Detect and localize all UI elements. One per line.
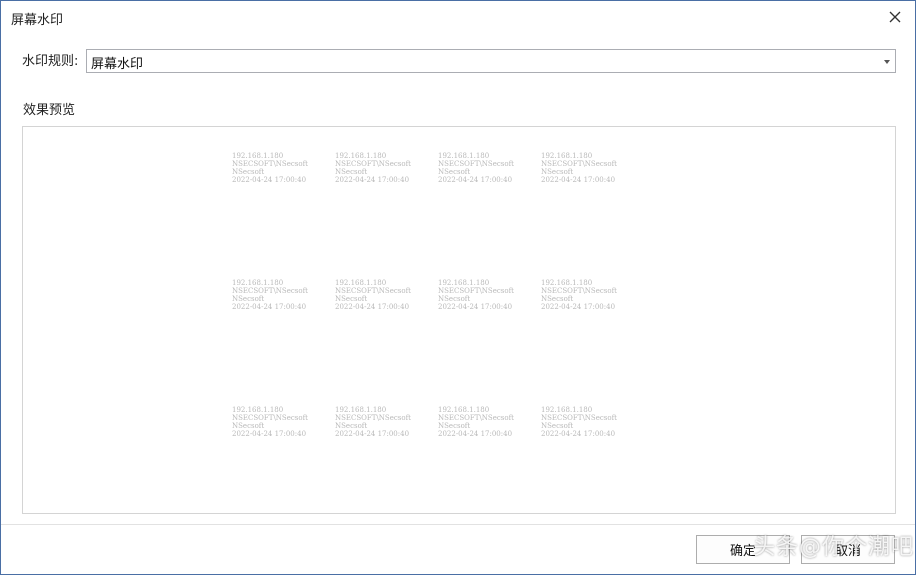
watermark-block: 192.168.1.180 NSECSOFT\NSecsoft NSecsoft 20… <box>438 152 514 184</box>
watermark-line: NSecsoft <box>335 168 368 176</box>
watermark-block: 192.168.1.180 NSECSOFT\NSecsoft NSecsoft 20… <box>335 406 411 438</box>
watermark-line: 2022-04-24 17:00:40 <box>232 430 307 438</box>
chevron-down-icon <box>884 60 890 64</box>
watermark-line: NSECSOFT\NSecsoft <box>438 160 514 168</box>
watermark-line: NSECSOFT\NSecsoft <box>335 287 411 295</box>
watermark-line: NSECSOFT\NSecsoft <box>335 414 411 422</box>
watermark-line: NSecsoft <box>232 168 265 176</box>
watermark-line: 2022-04-24 17:00:40 <box>335 176 410 184</box>
watermark-block: 192.168.1.180 NSECSOFT\NSecsoft NSecsoft 20… <box>335 279 411 311</box>
watermark-line: NSECSOFT\NSecsoft <box>541 414 617 422</box>
dialog-title: 屏幕水印 <box>11 13 64 28</box>
watermark-rule-label: 水印规则: <box>22 54 79 69</box>
image-source-watermark: 头条@你个潮吧 <box>753 535 915 560</box>
watermark-line: 192.168.1.180 <box>232 406 284 414</box>
watermark-line: 192.168.1.180 <box>438 152 490 160</box>
watermark-line: NSECSOFT\NSecsoft <box>541 160 617 168</box>
watermark-block: 192.168.1.180 NSECSOFT\NSecsoft NSecsoft 20… <box>438 406 514 438</box>
watermark-line: 2022-04-24 17:00:40 <box>541 303 616 311</box>
watermark-block: 192.168.1.180 NSECSOFT\NSecsoft NSecsoft 20… <box>335 152 411 184</box>
watermark-block: 192.168.1.180 NSECSOFT\NSecsoft NSecsoft 20… <box>541 406 617 438</box>
watermark-line: 2022-04-24 17:00:40 <box>335 430 410 438</box>
watermark-line: NSecsoft <box>335 295 368 303</box>
watermark-line: NSECSOFT\NSecsoft <box>438 287 514 295</box>
watermark-line: 192.168.1.180 <box>541 152 593 160</box>
screen-watermark-dialog: 屏幕水印 水印规则: 屏幕水印 效果预览 192.168.1.180 NSECSO… <box>0 0 916 575</box>
watermark-line: 2022-04-24 17:00:40 <box>335 303 410 311</box>
watermark-block: 192.168.1.180 NSECSOFT\NSecsoft NSecsoft 20… <box>232 152 308 184</box>
watermark-line: NSecsoft <box>438 422 471 430</box>
watermark-block: 192.168.1.180 NSECSOFT\NSecsoft NSecsoft 20… <box>232 279 308 311</box>
watermark-block: 192.168.1.180 NSECSOFT\NSecsoft NSecsoft 20… <box>232 406 308 438</box>
watermark-line: 2022-04-24 17:00:40 <box>438 303 513 311</box>
watermark-line: NSECSOFT\NSecsoft <box>232 160 308 168</box>
watermark-line: NSECSOFT\NSecsoft <box>335 160 411 168</box>
watermark-rule-select[interactable]: 屏幕水印 <box>86 49 896 73</box>
watermark-line: 192.168.1.180 <box>438 279 490 287</box>
watermark-block: 192.168.1.180 NSECSOFT\NSecsoft NSecsoft 20… <box>541 152 617 184</box>
watermark-line: 2022-04-24 17:00:40 <box>541 176 616 184</box>
watermark-block: 192.168.1.180 NSECSOFT\NSecsoft NSecsoft 20… <box>541 279 617 311</box>
watermark-line: NSecsoft <box>232 295 265 303</box>
watermark-line: 192.168.1.180 <box>335 406 387 414</box>
watermark-line: 192.168.1.180 <box>541 279 593 287</box>
watermark-line: 192.168.1.180 <box>232 279 284 287</box>
watermark-line: NSecsoft <box>438 295 471 303</box>
watermark-line: NSecsoft <box>232 422 265 430</box>
watermark-line: NSecsoft <box>541 295 574 303</box>
watermark-line: NSecsoft <box>541 422 574 430</box>
watermark-line: NSECSOFT\NSecsoft <box>438 414 514 422</box>
watermark-line: 2022-04-24 17:00:40 <box>438 176 513 184</box>
watermark-line: 192.168.1.180 <box>335 279 387 287</box>
watermark-line: 192.168.1.180 <box>541 406 593 414</box>
watermark-rule-value: 屏幕水印 <box>91 57 144 72</box>
preview-label: 效果预览 <box>23 103 76 118</box>
watermark-line: 192.168.1.180 <box>438 406 490 414</box>
watermark-line: 2022-04-24 17:00:40 <box>232 303 307 311</box>
watermark-line: 192.168.1.180 <box>232 152 284 160</box>
watermark-line: NSecsoft <box>541 168 574 176</box>
footer-divider <box>1 524 915 525</box>
watermark-line: NSECSOFT\NSecsoft <box>232 414 308 422</box>
watermark-line: NSECSOFT\NSecsoft <box>541 287 617 295</box>
watermark-line: 2022-04-24 17:00:40 <box>232 176 307 184</box>
preview-area: 192.168.1.180 NSECSOFT\NSecsoft NSecsoft 20… <box>22 126 896 514</box>
watermark-line: 2022-04-24 17:00:40 <box>541 430 616 438</box>
watermark-line: 2022-04-24 17:00:40 <box>438 430 513 438</box>
watermark-line: NSECSOFT\NSecsoft <box>232 287 308 295</box>
close-icon[interactable] <box>883 5 907 29</box>
watermark-line: NSecsoft <box>438 168 471 176</box>
watermark-line: 192.168.1.180 <box>335 152 387 160</box>
watermark-block: 192.168.1.180 NSECSOFT\NSecsoft NSecsoft 20… <box>438 279 514 311</box>
watermark-line: NSecsoft <box>335 422 368 430</box>
